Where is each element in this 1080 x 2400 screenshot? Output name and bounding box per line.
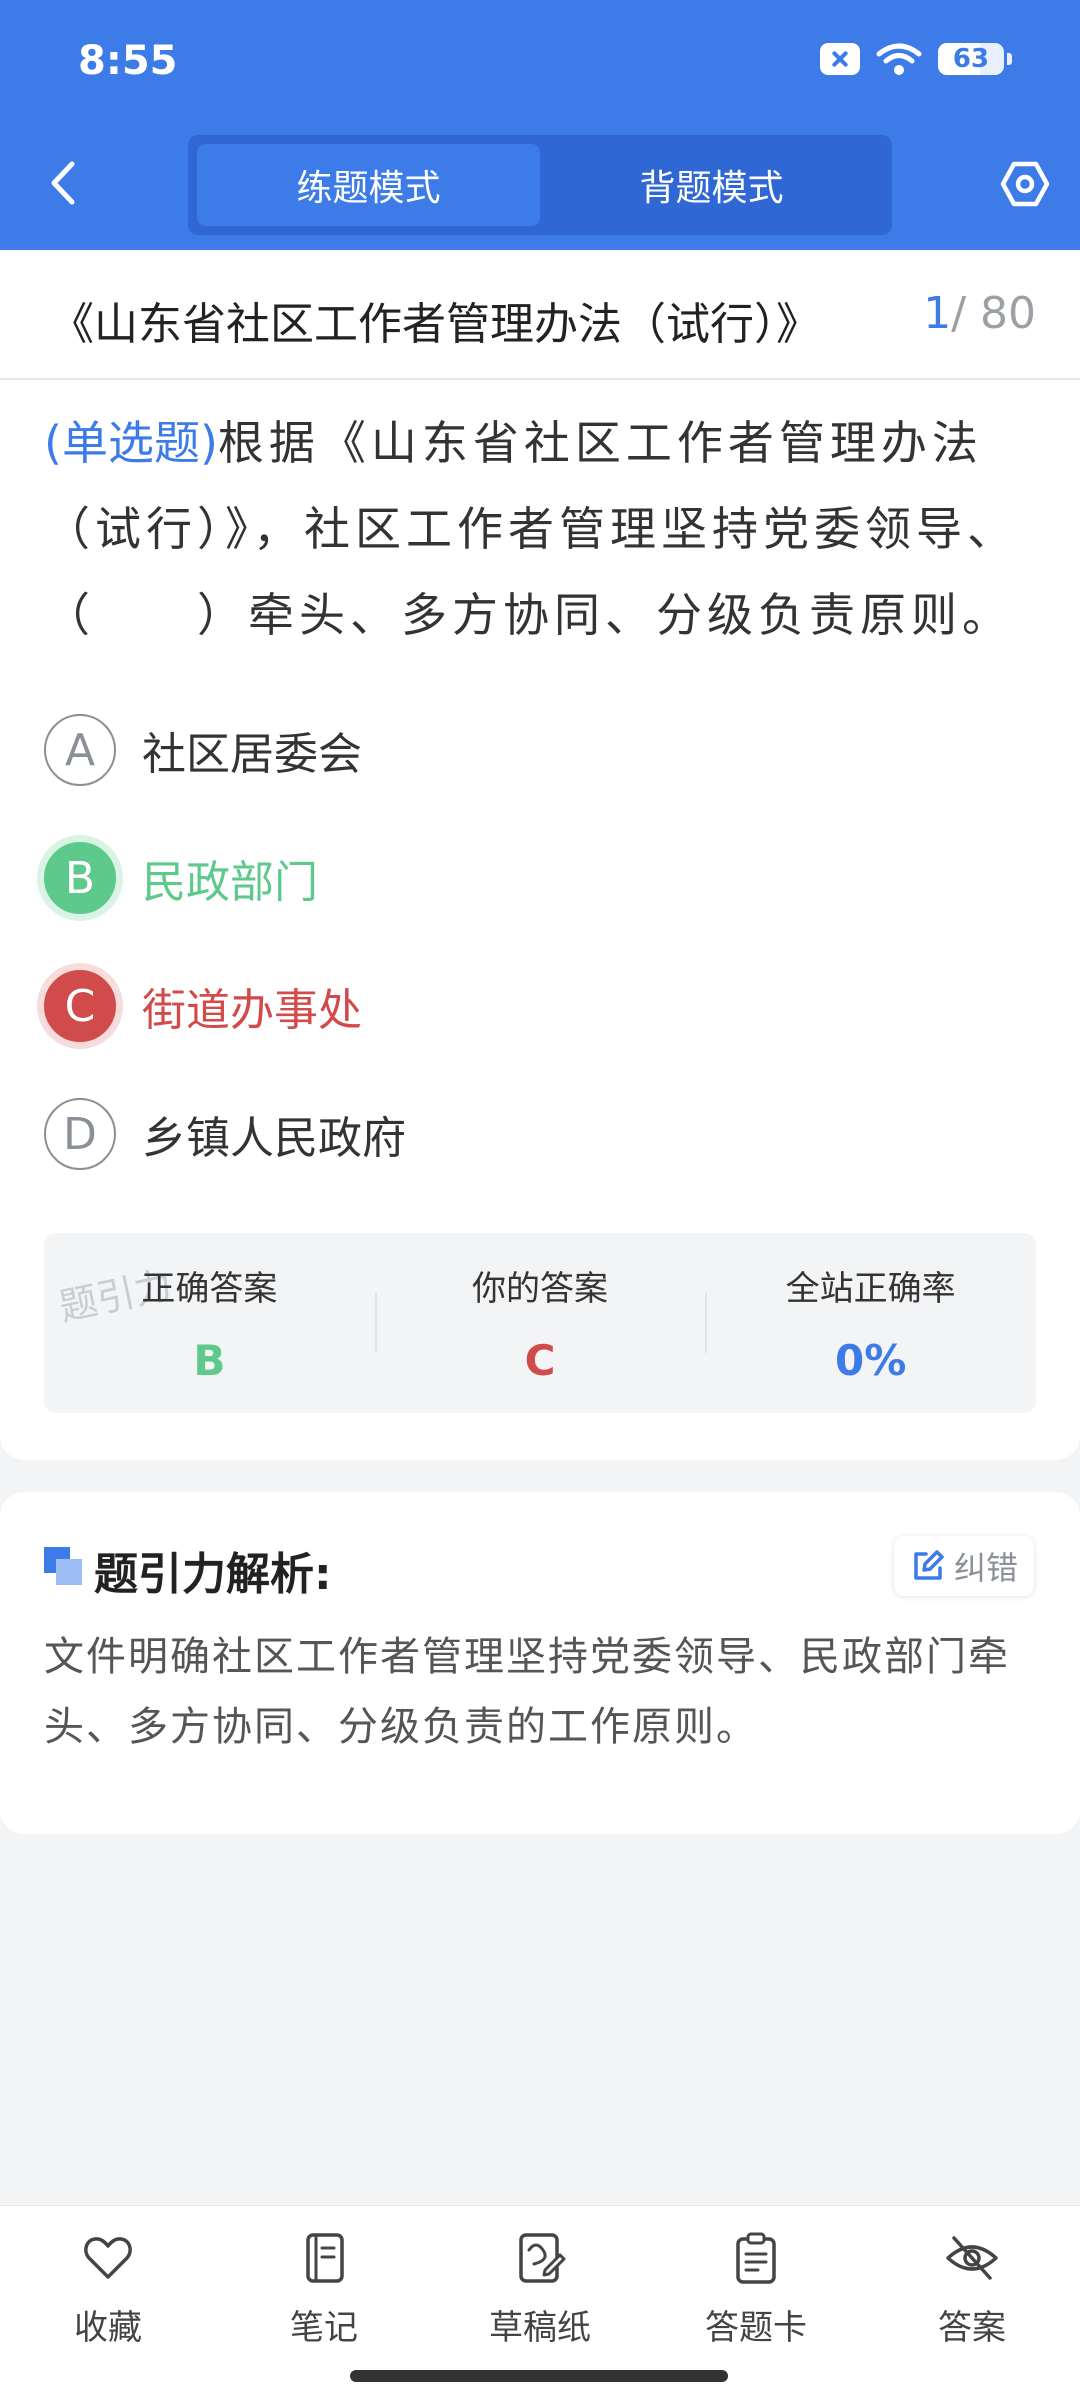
wifi-icon	[876, 43, 922, 75]
stat-label: 正确答案	[141, 1269, 278, 1309]
nav-label: 笔记	[290, 2308, 358, 2348]
option-c[interactable]: C 街道办事处	[44, 968, 362, 1044]
option-letter: D	[44, 1098, 116, 1170]
option-d[interactable]: D 乡镇人民政府	[44, 1096, 406, 1172]
home-indicator	[350, 2370, 728, 2382]
option-label: 民政部门	[142, 857, 318, 908]
option-b[interactable]: B 民政部门	[44, 840, 318, 916]
analysis-square-icon	[44, 1547, 82, 1585]
analysis-card: 题引力解析: 纠错 文件明确社区工作者管理坚持党委领导、民政部门牵头、多方协同、…	[0, 1492, 1080, 1834]
nav-label: 答题卡	[705, 2308, 807, 2348]
analysis-title: 题引力解析:	[94, 1549, 332, 1600]
correct-answer-value: B	[193, 1336, 226, 1385]
stat-label: 你的答案	[472, 1269, 608, 1309]
battery-icon: 63	[938, 43, 1012, 75]
notification-muted-icon	[820, 43, 860, 75]
total-questions: / 80	[951, 288, 1036, 339]
notebook-icon	[306, 2233, 344, 2283]
status-icons: 63	[820, 42, 1012, 76]
question-text: (单选题)根据《山东省社区工作者管理办法（试行）》，社区工作者管理坚持党委领导、…	[44, 400, 1040, 658]
battery-level: 63	[952, 44, 990, 74]
option-label: 社区居委会	[142, 729, 362, 780]
heart-icon	[84, 2237, 132, 2279]
current-question-number: 1	[923, 288, 952, 339]
stat-label: 全站正确率	[785, 1269, 956, 1309]
option-letter: B	[44, 842, 116, 914]
question-counter: 1/ 80	[923, 288, 1036, 339]
option-label: 乡镇人民政府	[142, 1113, 406, 1164]
answer-stats: 题引力 正确答案 B 你的答案 C 全站正确率 0%	[44, 1233, 1036, 1413]
draft-icon	[519, 2233, 566, 2283]
tab-memorize-mode[interactable]: 背题模式	[540, 144, 883, 226]
document-title: 《山东省社区工作者管理办法（试行）》	[50, 299, 820, 350]
correct-answer-stat: 正确答案 B	[44, 1233, 375, 1413]
accuracy-rate-stat: 全站正确率 0%	[705, 1233, 1036, 1413]
option-letter: C	[44, 970, 116, 1042]
tab-practice-mode[interactable]: 练题模式	[197, 144, 540, 226]
your-answer-stat: 你的答案 C	[374, 1233, 706, 1413]
nav-favorite[interactable]: 收藏	[0, 2206, 216, 2400]
option-a[interactable]: A 社区居委会	[44, 712, 362, 788]
report-error-label: 纠错	[953, 1549, 1018, 1587]
mode-switch: 练题模式 背题模式	[188, 135, 892, 235]
edit-icon	[914, 1550, 944, 1580]
accuracy-rate-value: 0%	[835, 1336, 907, 1385]
nav-label: 草稿纸	[489, 2308, 591, 2348]
eye-off-icon	[946, 2236, 998, 2280]
top-bar: 8:55 63 练题模式 背题模式	[0, 0, 1080, 250]
analysis-text: 文件明确社区工作者管理坚持党委领导、民政部门牵头、多方协同、分级负责的工作原则。	[44, 1634, 1010, 1750]
settings-icon[interactable]	[1000, 158, 1050, 210]
back-arrow-icon[interactable]	[44, 158, 84, 208]
answer-card-icon	[736, 2232, 776, 2284]
status-time: 8:55	[78, 38, 178, 84]
nav-label: 收藏	[74, 2308, 142, 2348]
option-label: 街道办事处	[142, 985, 362, 1036]
question-type: (单选题)	[44, 416, 218, 470]
question-card: 《山东省社区工作者管理办法（试行）》 1/ 80 (单选题)根据《山东省社区工作…	[0, 250, 1080, 1460]
nav-label: 答案	[938, 2308, 1006, 2348]
document-title-row: 《山东省社区工作者管理办法（试行）》 1/ 80	[0, 250, 1080, 380]
nav-show-answer[interactable]: 答案	[864, 2206, 1080, 2400]
option-letter: A	[44, 714, 116, 786]
report-error-button[interactable]: 纠错	[893, 1536, 1034, 1596]
your-answer-value: C	[524, 1336, 556, 1385]
